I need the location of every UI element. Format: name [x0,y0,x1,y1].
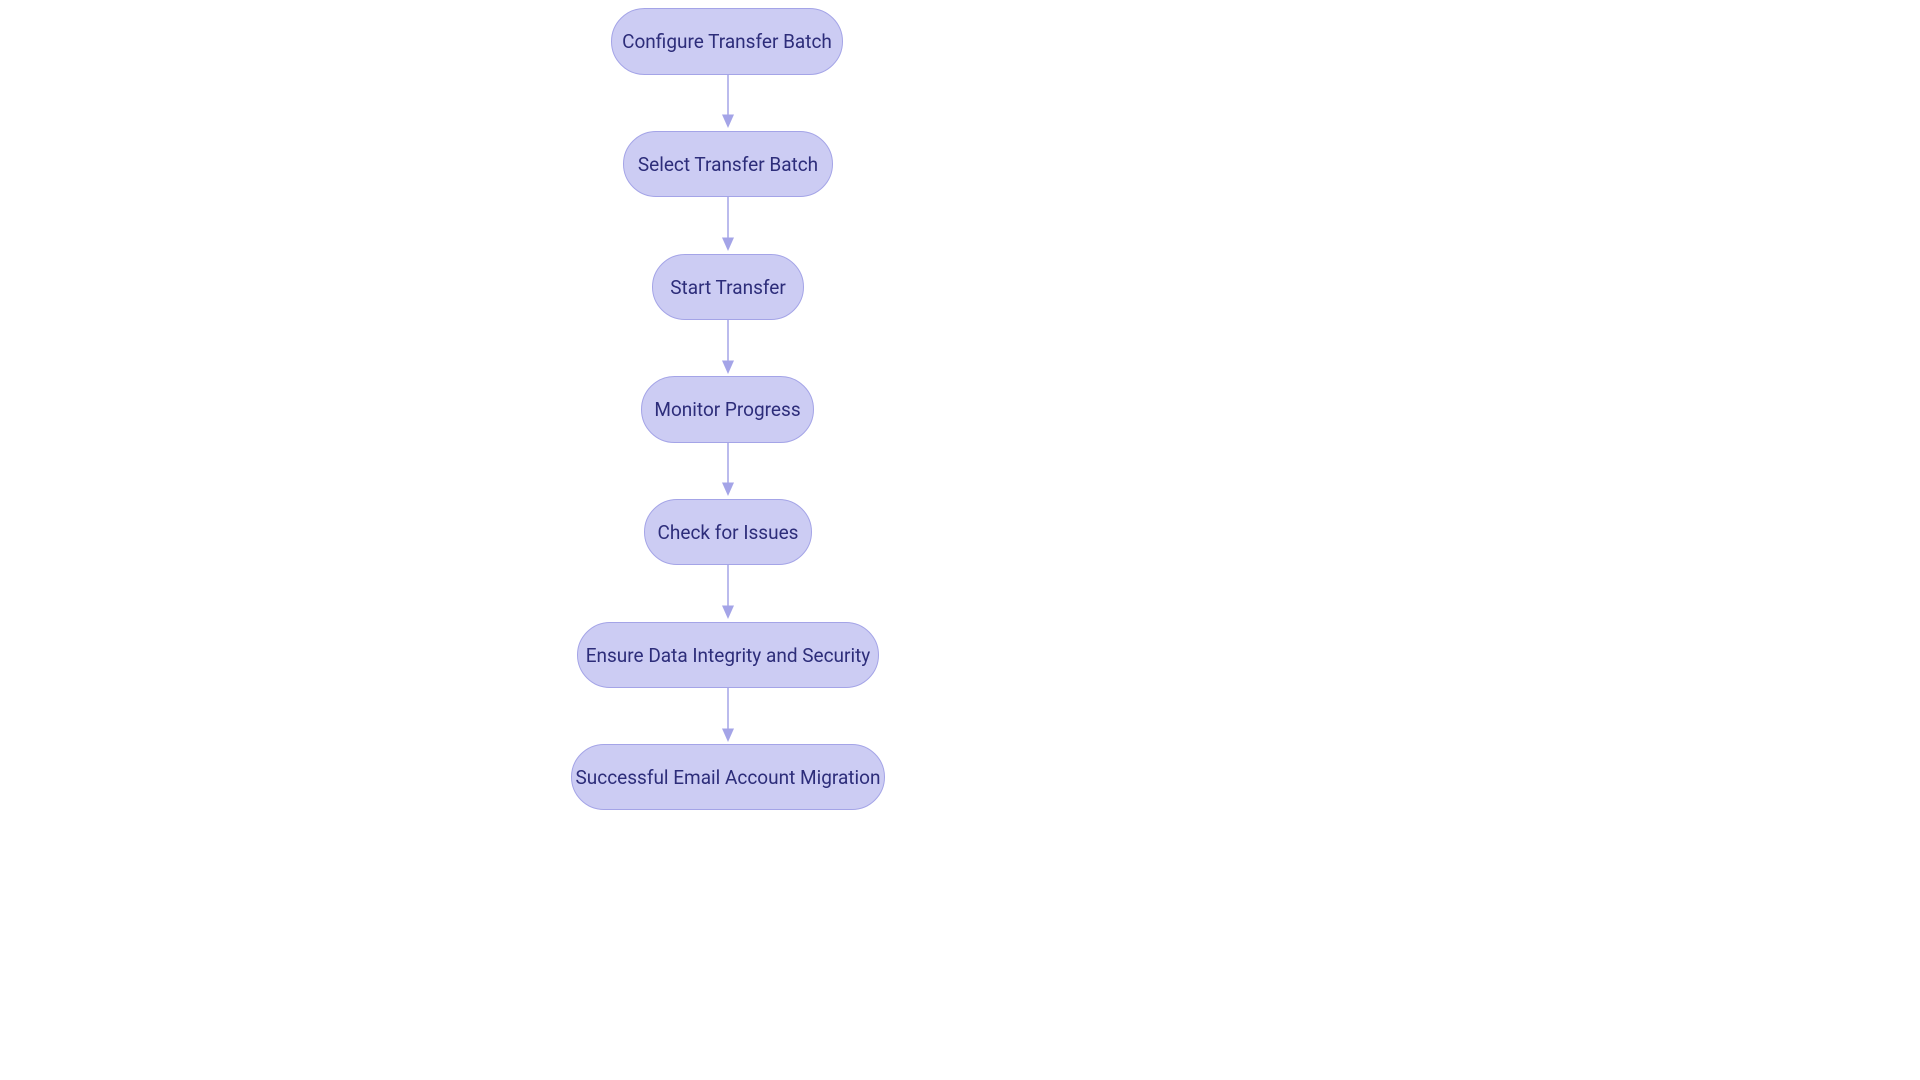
node-label: Select Transfer Batch [638,153,818,176]
node-monitor-progress: Monitor Progress [641,376,814,443]
node-label: Ensure Data Integrity and Security [586,644,871,667]
flowchart-canvas: Configure Transfer Batch Select Transfer… [0,0,1920,1080]
node-select-transfer-batch: Select Transfer Batch [623,131,833,197]
node-check-for-issues: Check for Issues [644,499,812,565]
flowchart-arrows [0,0,1920,1080]
node-label: Check for Issues [658,521,799,544]
node-label: Start Transfer [670,276,786,299]
node-successful-migration: Successful Email Account Migration [571,744,885,810]
node-start-transfer: Start Transfer [652,254,804,320]
node-label: Monitor Progress [654,398,800,421]
node-label: Successful Email Account Migration [576,766,881,789]
node-ensure-data-integrity: Ensure Data Integrity and Security [577,622,879,688]
node-label: Configure Transfer Batch [622,30,832,53]
node-configure-transfer-batch: Configure Transfer Batch [611,8,843,75]
